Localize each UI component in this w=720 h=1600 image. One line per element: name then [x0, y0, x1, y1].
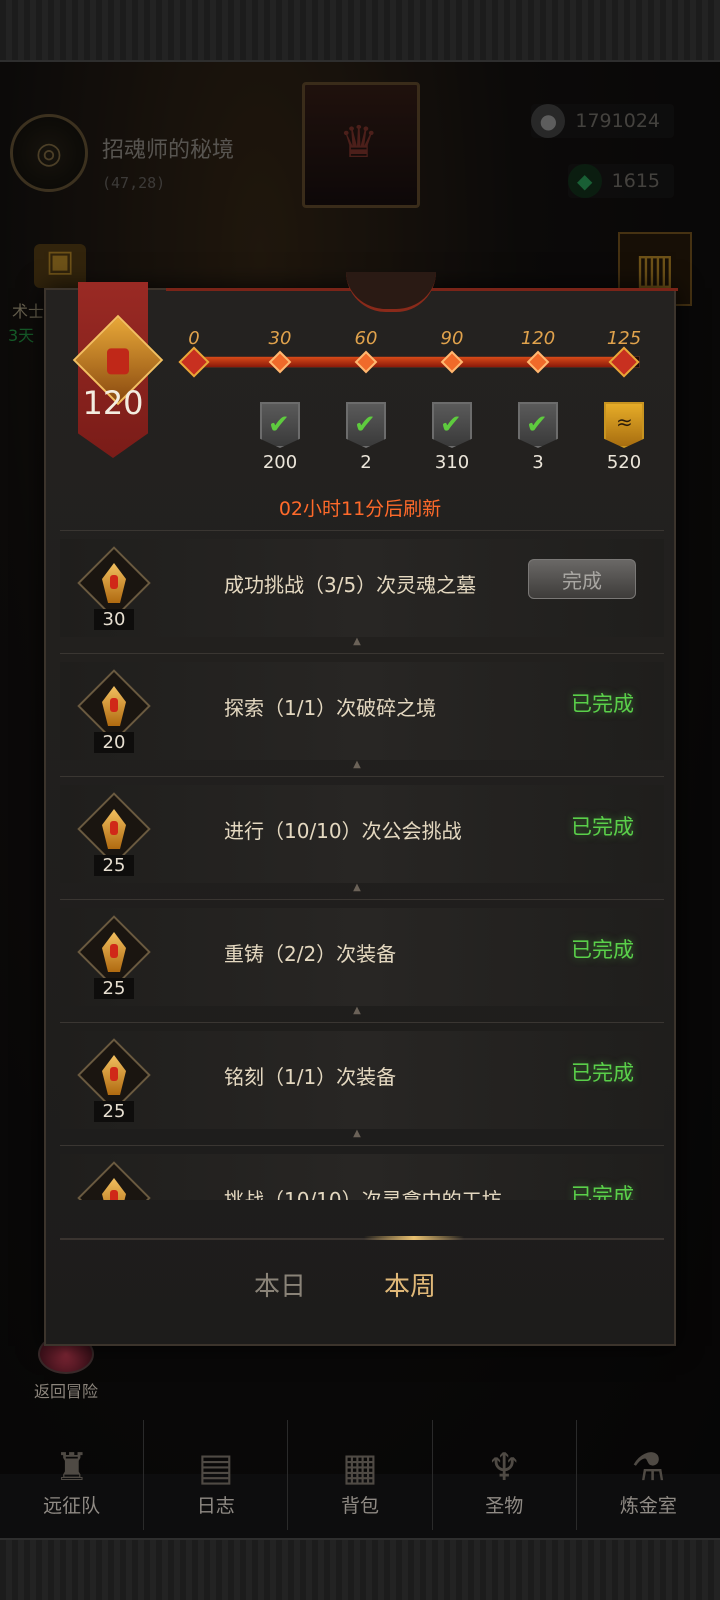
checkmark-icon: ✔: [268, 410, 290, 440]
task-row: 挑战（10/10）次灵龛中的工坊已完成▲: [60, 1145, 664, 1200]
nav-backpack[interactable]: ▦ 背包: [288, 1420, 433, 1530]
task-reward: 20: [74, 669, 154, 754]
task-status-completed: 已完成: [571, 815, 634, 839]
task-points: 25: [94, 855, 134, 876]
checkmark-icon: ✔: [440, 410, 462, 440]
milestone-label: 120: [520, 328, 556, 349]
nav-alchemy[interactable]: ⚗ 炼金室: [577, 1420, 720, 1530]
tab-divider: [60, 1238, 664, 1240]
row-separator-icon: ▲: [353, 759, 361, 770]
checkmark-icon: ✔: [354, 410, 376, 440]
activity-panel: 120 0 30 ✔ 200 60 ✔ 2 90 ✔ 310 120 ✔ 3 125 ≈520 02小时11…: [44, 272, 678, 1346]
task-row: 25 铭刻（1/1）次装备 已完成 ▲: [60, 1022, 664, 1145]
return-adventure-label: 返回冒险: [34, 1382, 99, 1401]
milestone-marker: [354, 350, 378, 374]
task-row: 25 重铸（2/2）次装备 已完成 ▲: [60, 899, 664, 1022]
task-points: 25: [94, 978, 134, 999]
row-separator-icon: ▲: [353, 1128, 361, 1139]
nav-journal[interactable]: ▤ 日志: [144, 1420, 289, 1530]
refresh-timer: 02小时11分后刷新: [278, 498, 442, 520]
milestone-marker: [526, 350, 550, 374]
milestone-reward[interactable]: ✔ 200: [250, 402, 310, 473]
backpack-icon: ▦: [342, 1445, 378, 1489]
progress-fill: [195, 357, 622, 367]
nav-alchemy-label: 炼金室: [619, 1495, 677, 1517]
milestone-label: 90: [440, 328, 464, 349]
claimed-chest-icon: ✔: [260, 402, 300, 448]
milestone-label: 30: [268, 328, 292, 349]
scroll-icon: ▤: [197, 1445, 234, 1489]
milestone-reward[interactable]: ✔ 310: [422, 402, 482, 473]
nav-relics-label: 圣物: [485, 1495, 524, 1517]
rune-icon: ≈: [616, 410, 633, 434]
progress-track: [194, 356, 640, 368]
alchemy-icon: ⚗: [631, 1445, 666, 1489]
tab-daily[interactable]: 本日: [254, 1266, 306, 1303]
milestone-reward[interactable]: ✔ 2: [336, 402, 396, 473]
milestone-reward[interactable]: ≈520: [594, 402, 654, 473]
task-list[interactable]: 30 成功挑战（3/5）次灵魂之墓 完成 ▲ 20 探索（1/1）次破碎之境 已完成 ▲ 25 进…: [60, 530, 664, 1200]
milestone-label: 60: [354, 328, 378, 349]
task-reward: 25: [74, 915, 154, 1000]
reward-amount: 520: [606, 452, 642, 473]
bottom-nav: ♜ 远征队 ▤ 日志 ▦ 背包 ♆ 圣物 ⚗ 炼金室: [0, 1420, 720, 1530]
task-reward: [74, 1161, 154, 1200]
reward-amount: 200: [262, 452, 298, 473]
task-status-completed: 已完成: [571, 938, 634, 962]
tab-weekly[interactable]: 本周: [384, 1266, 436, 1303]
gold-chest-icon: ≈: [604, 402, 644, 448]
milestone-reward[interactable]: ✔ 3: [508, 402, 568, 473]
checkmark-icon: ✔: [526, 410, 548, 440]
reward-amount: 2: [360, 452, 372, 473]
task-description: 重铸（2/2）次装备: [224, 942, 397, 966]
panel-crest-ornament: [346, 272, 436, 312]
nav-journal-label: 日志: [196, 1495, 235, 1517]
task-description: 探索（1/1）次破碎之境: [224, 696, 437, 720]
task-status-completed: 已完成: [571, 692, 634, 716]
reward-amount: 3: [532, 452, 544, 473]
claimed-chest-icon: ✔: [432, 402, 472, 448]
task-row: 25 进行（10/10）次公会挑战 已完成 ▲: [60, 776, 664, 899]
task-description: 挑战（10/10）次灵龛中的工坊: [224, 1188, 502, 1200]
task-description: 进行（10/10）次公会挑战: [224, 819, 462, 843]
row-separator-icon: ▲: [353, 1005, 361, 1016]
task-row: 20 探索（1/1）次破碎之境 已完成 ▲: [60, 653, 664, 776]
milestone-marker: [268, 350, 292, 374]
task-description: 铭刻（1/1）次装备: [224, 1065, 397, 1089]
milestone-marker: [178, 346, 210, 378]
claimed-chest-icon: ✔: [346, 402, 386, 448]
nav-relics[interactable]: ♆ 圣物: [433, 1420, 577, 1530]
nav-expedition-label: 远征队: [43, 1495, 101, 1517]
complete-button[interactable]: 完成: [528, 559, 636, 599]
task-points: 25: [94, 1101, 134, 1122]
bottom-frame: [0, 1538, 720, 1600]
milestone-marker: [440, 350, 464, 374]
task-reward: 30: [74, 546, 154, 631]
task-row: 30 成功挑战（3/5）次灵魂之墓 完成 ▲: [60, 530, 664, 653]
task-points: 30: [94, 609, 134, 630]
row-separator-icon: ▲: [353, 636, 361, 647]
task-status-completed: 已完成: [571, 1061, 634, 1085]
activity-points: 120: [82, 384, 144, 422]
top-frame: [0, 0, 720, 62]
relic-icon: ♆: [487, 1445, 522, 1489]
task-description: 成功挑战（3/5）次灵魂之墓: [224, 573, 477, 597]
milestone-marker: [608, 346, 640, 378]
task-reward: 25: [74, 1038, 154, 1123]
reward-amount: 310: [434, 452, 470, 473]
claimed-chest-icon: ✔: [518, 402, 558, 448]
helmet-icon: ♜: [54, 1445, 89, 1489]
task-status-completed: 已完成: [571, 1184, 634, 1200]
row-separator-icon: ▲: [353, 882, 361, 893]
task-points: 20: [94, 732, 134, 753]
active-tab-indicator: [364, 1236, 464, 1240]
nav-expedition[interactable]: ♜ 远征队: [0, 1420, 145, 1530]
nav-backpack-label: 背包: [341, 1495, 380, 1517]
task-reward: 25: [74, 792, 154, 877]
